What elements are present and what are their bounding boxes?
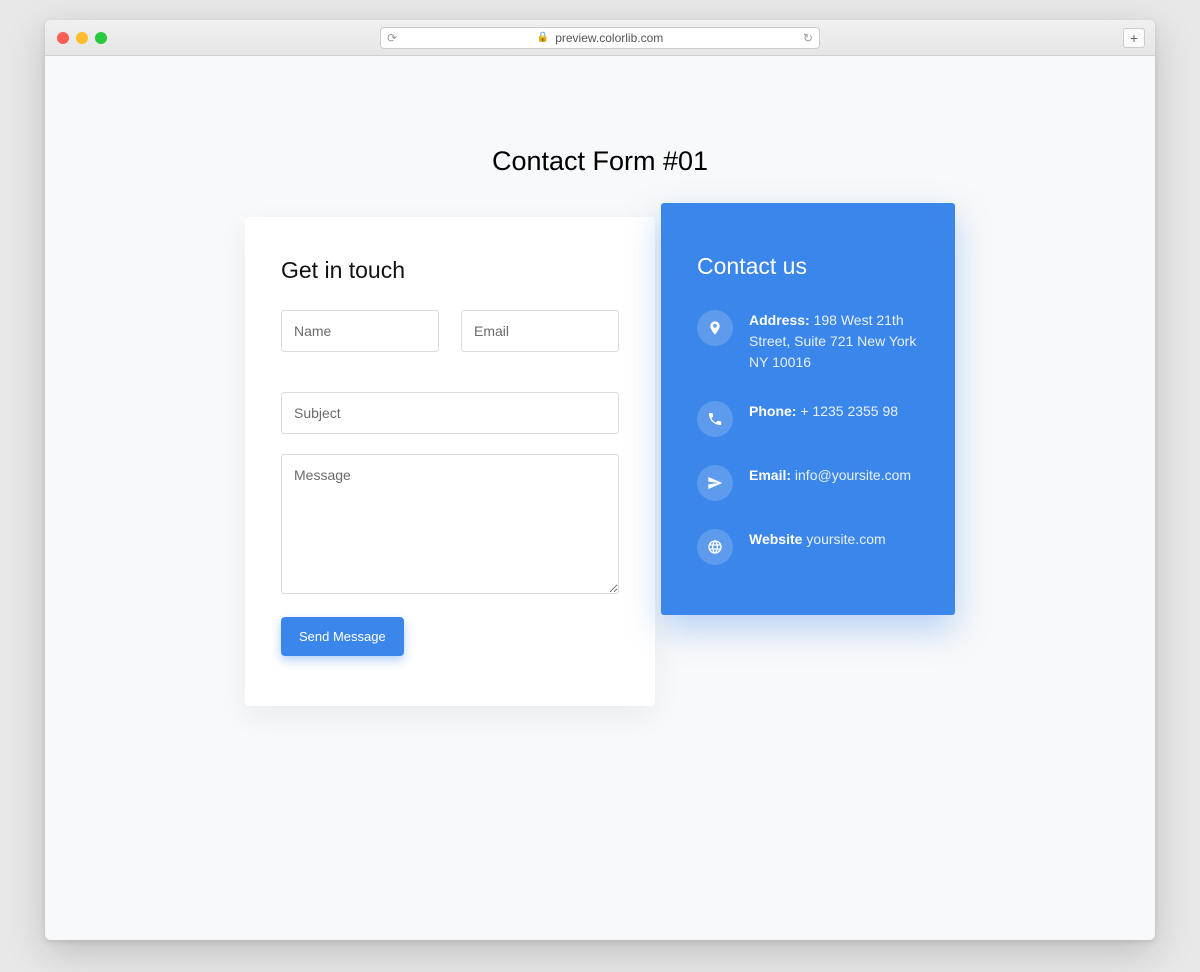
close-window-icon[interactable]	[57, 32, 69, 44]
contact-website-value: yoursite.com	[802, 531, 885, 547]
contact-address-text: Address: 198 West 21th Street, Suite 721…	[749, 310, 919, 373]
email-input[interactable]	[461, 310, 619, 352]
minimize-window-icon[interactable]	[76, 32, 88, 44]
browser-chrome: ⟳ 🔒 preview.colorlib.com ↻ +	[45, 20, 1155, 56]
contact-phone-text: Phone: + 1235 2355 98	[749, 401, 898, 437]
contact-website: Website yoursite.com	[697, 529, 919, 565]
contact-address: Address: 198 West 21th Street, Suite 721…	[697, 310, 919, 373]
card-row: Get in touch Sen	[245, 217, 955, 706]
reload-icon[interactable]: ⟳	[387, 31, 397, 45]
reader-icon[interactable]: ↻	[803, 31, 813, 45]
form-heading: Get in touch	[281, 257, 619, 284]
url-text: preview.colorlib.com	[555, 31, 663, 45]
send-button[interactable]: Send Message	[281, 617, 404, 656]
new-tab-button[interactable]: +	[1123, 28, 1145, 48]
globe-icon	[697, 529, 733, 565]
contact-phone: Phone: + 1235 2355 98	[697, 401, 919, 437]
contact-phone-value: + 1235 2355 98	[796, 403, 898, 419]
phone-icon	[697, 401, 733, 437]
contact-website-label: Website	[749, 531, 802, 547]
page-title: Contact Form #01	[492, 146, 708, 177]
contact-email-text: Email: info@yoursite.com	[749, 465, 911, 501]
form-card: Get in touch Sen	[245, 217, 655, 706]
contact-email-label: Email:	[749, 467, 791, 483]
traffic-lights	[57, 32, 107, 44]
contact-email: Email: info@yoursite.com	[697, 465, 919, 501]
url-bar[interactable]: ⟳ 🔒 preview.colorlib.com ↻	[380, 27, 820, 49]
browser-window: ⟳ 🔒 preview.colorlib.com ↻ + Contact For…	[45, 20, 1155, 940]
lock-icon: 🔒	[537, 32, 549, 43]
message-textarea[interactable]	[281, 454, 619, 594]
map-pin-icon	[697, 310, 733, 346]
contact-website-text: Website yoursite.com	[749, 529, 886, 565]
maximize-window-icon[interactable]	[95, 32, 107, 44]
contact-card: Contact us Address: 198 West 21th Street…	[661, 203, 955, 615]
contact-address-label: Address:	[749, 312, 810, 328]
paper-plane-icon	[697, 465, 733, 501]
contact-email-value: info@yoursite.com	[791, 467, 911, 483]
name-input[interactable]	[281, 310, 439, 352]
contact-phone-label: Phone:	[749, 403, 796, 419]
page-content: Contact Form #01 Get in touch	[45, 56, 1155, 940]
subject-input[interactable]	[281, 392, 619, 434]
contact-heading: Contact us	[697, 253, 919, 280]
